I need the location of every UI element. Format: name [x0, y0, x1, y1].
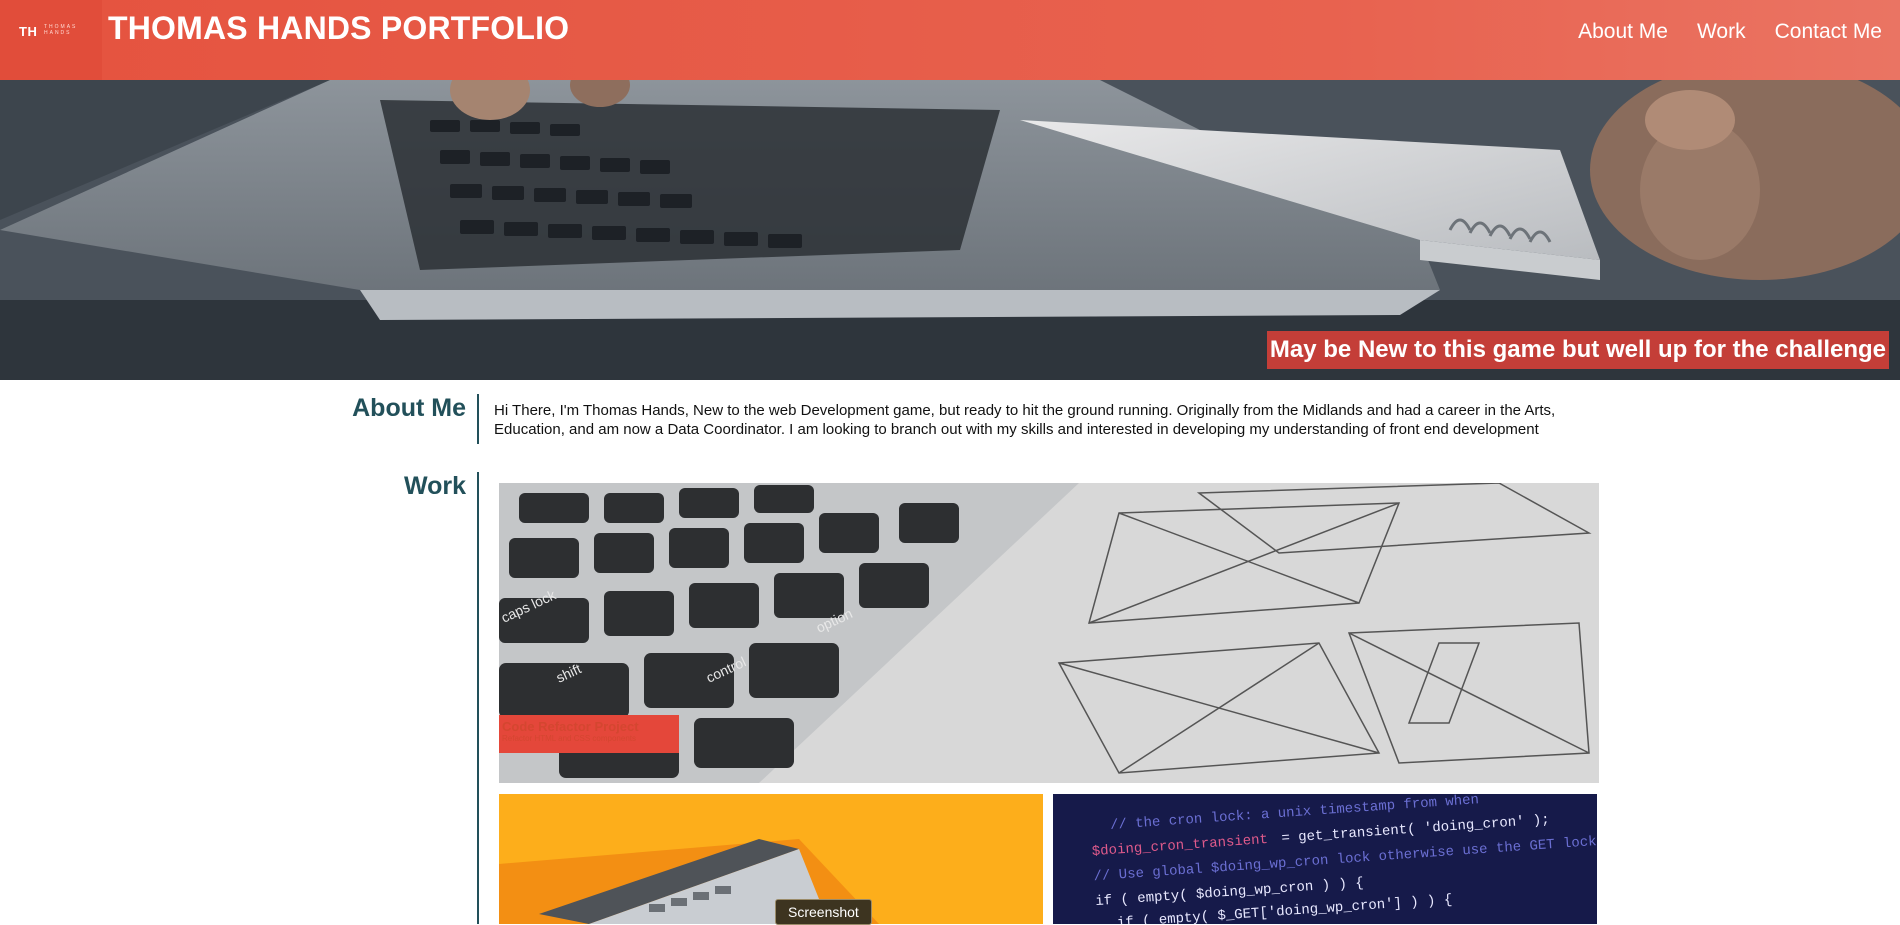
about-text: Hi There, I'm Thomas Hands, New to the w…: [494, 402, 1556, 438]
hero-tagline: May be New to this game but well up for …: [1266, 331, 1889, 369]
site-header: TH THOMAS HANDS THOMAS HANDS PORTFOLIO A…: [0, 0, 1900, 80]
hero-banner: May be New to this game but well up for …: [0, 80, 1900, 380]
logo[interactable]: TH THOMAS HANDS: [0, 0, 102, 80]
nav-contact-me[interactable]: Contact Me: [1775, 20, 1882, 44]
about-heading: About Me: [352, 394, 466, 422]
main-nav: About Me Work Contact Me: [1578, 20, 1882, 44]
code-screen-image: // the cron lock: a unix timestamp from …: [1053, 794, 1597, 924]
nav-about-me[interactable]: About Me: [1578, 20, 1668, 44]
project-subtitle: Refactor HTML and CSS components: [502, 734, 636, 743]
work-divider: [477, 472, 479, 924]
logo-wordmark: THOMAS HANDS: [44, 24, 78, 36]
screenshot-tooltip: Screenshot: [775, 899, 872, 925]
work-heading: Work: [403, 472, 466, 500]
project-title: Code Refactor Project: [502, 719, 639, 734]
site-title: THOMAS HANDS PORTFOLIO: [108, 10, 570, 46]
work-project-laptop[interactable]: [499, 794, 1043, 924]
work-project-code[interactable]: // the cron lock: a unix timestamp from …: [1053, 794, 1597, 924]
nav-work[interactable]: Work: [1697, 20, 1746, 44]
logo-initials: TH: [19, 24, 38, 39]
laptop-yellow-image: [499, 794, 1043, 924]
project-caption: Code Refactor Project Refactor HTML and …: [499, 715, 679, 753]
about-divider: [477, 394, 479, 444]
work-featured-project[interactable]: caps lock shift control option Code Refa…: [499, 483, 1599, 783]
